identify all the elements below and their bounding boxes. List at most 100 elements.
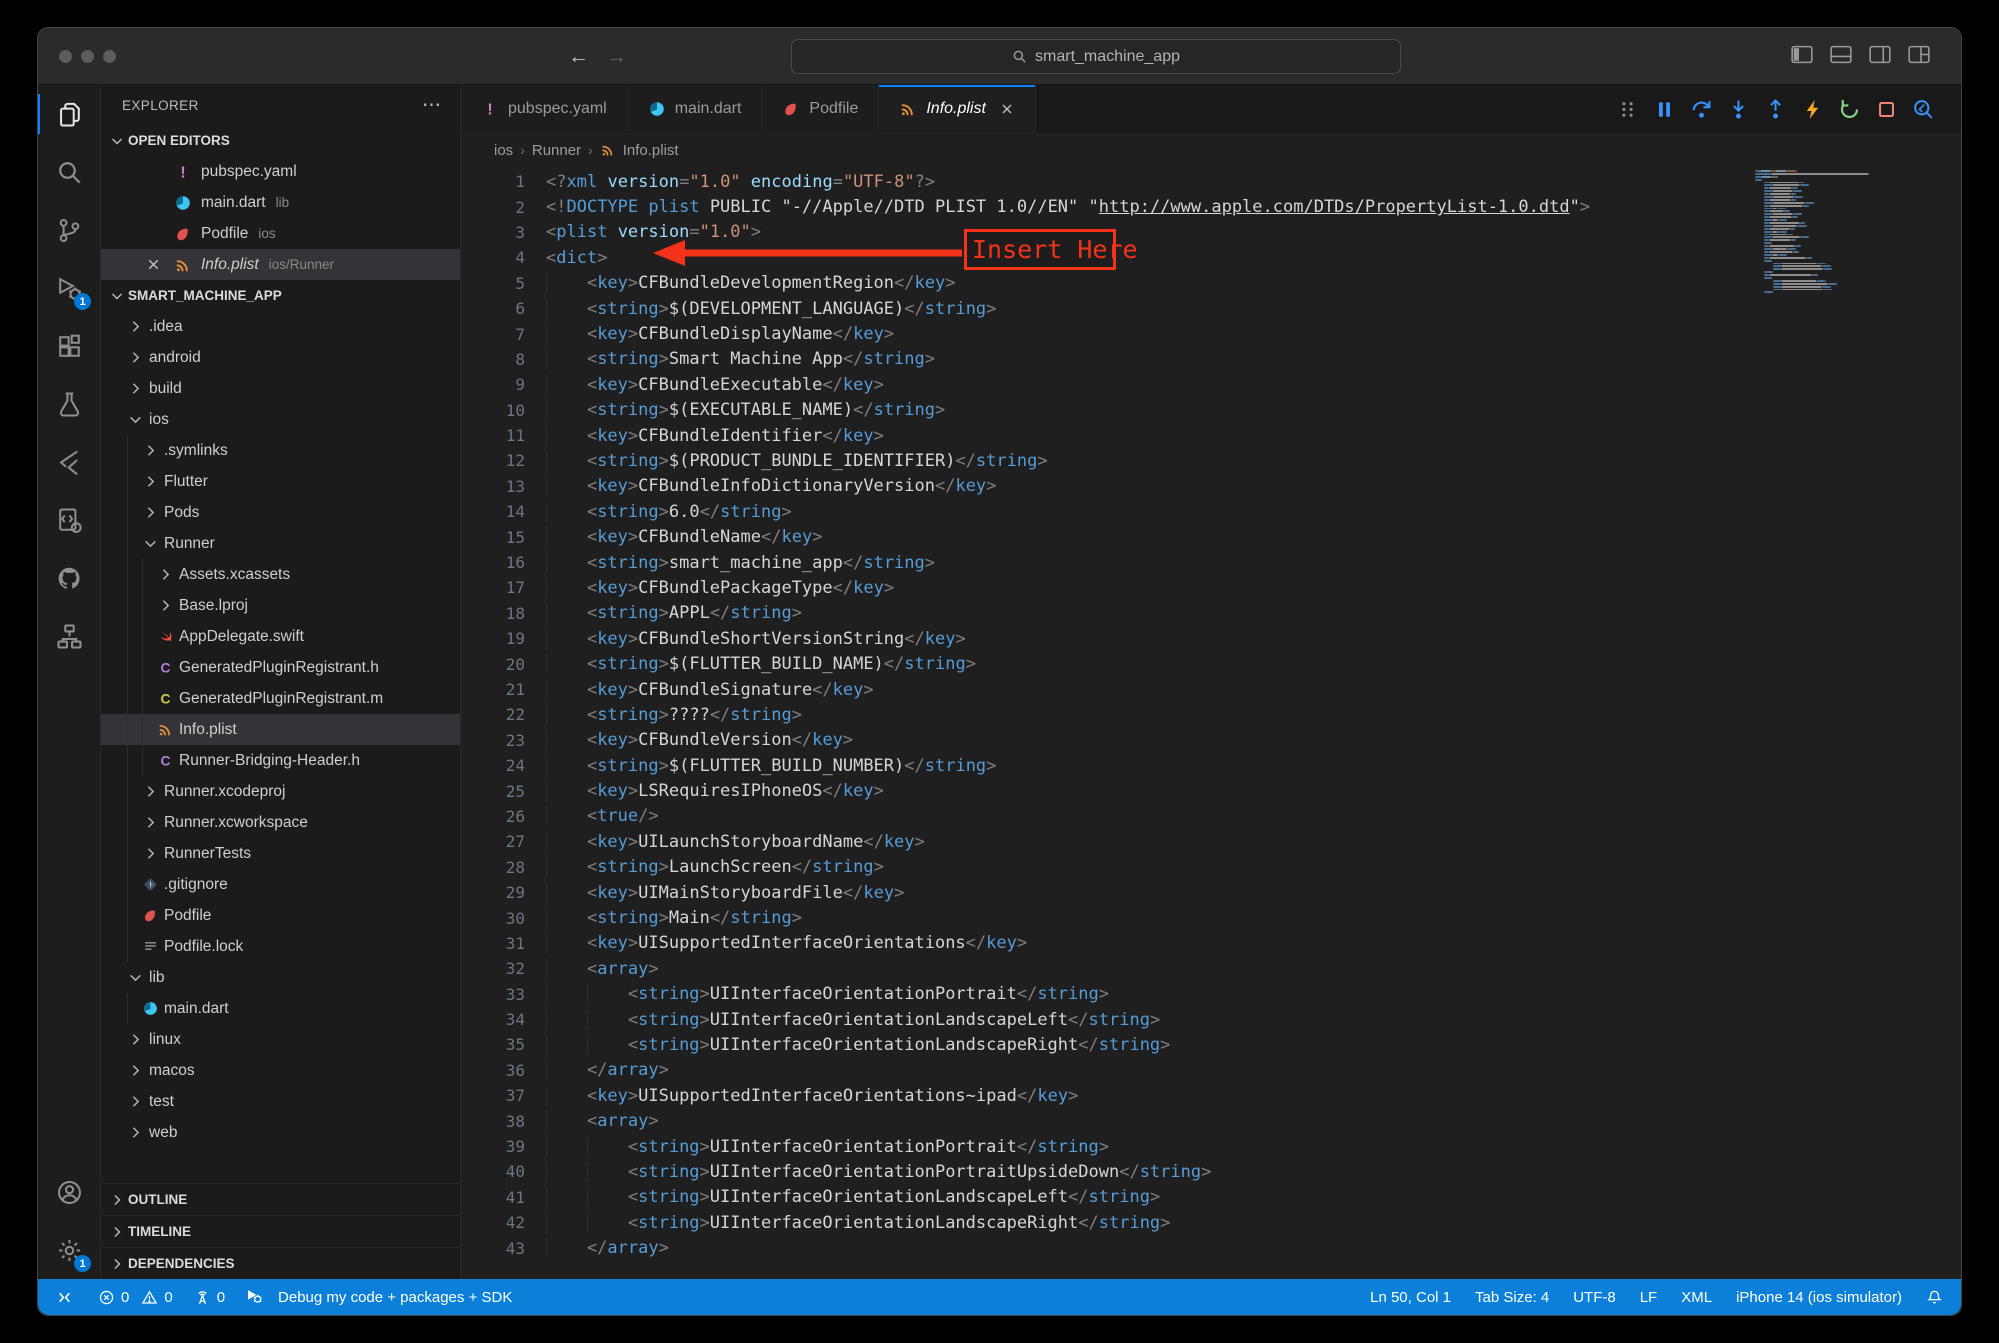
breadcrumb-item-Runner[interactable]: Runner [532,142,581,159]
hot-reload-button[interactable] [1801,98,1824,121]
open-editor-Info.plist[interactable]: Info.plistios/Runner [101,249,460,280]
tree-item-.idea[interactable]: .idea [101,311,460,342]
back-arrow-icon[interactable]: ← [568,45,589,69]
tree-item-build[interactable]: build [101,373,460,404]
breadcrumb-item-ios[interactable]: ios [494,142,513,159]
activity-testing[interactable] [38,375,100,433]
restart-button[interactable] [1838,98,1861,121]
stop-button[interactable] [1875,98,1898,121]
breadcrumb-item-Info.plist[interactable]: Info.plist [623,142,679,159]
section-outline[interactable]: OUTLINE [101,1183,460,1215]
section-open-editors[interactable]: OPEN EDITORS [101,125,460,156]
device-selector[interactable]: iPhone 14 (ios simulator) [1736,1289,1902,1306]
activity-run-and-debug[interactable]: 1 [38,259,100,317]
line-number: 37 [461,1086,525,1105]
activity-explorer[interactable] [38,85,100,143]
activity-flutter-sdk[interactable] [38,491,100,549]
tree-item-Runner-Bridging-Header.h[interactable]: CRunner-Bridging-Header.h [101,745,460,776]
tree-item-ios[interactable]: ios [101,404,460,435]
tab-pubspec.yaml[interactable]: !pubspec.yaml [461,85,628,133]
step-into-button[interactable] [1727,98,1750,121]
debug-toolbar [1616,85,1961,133]
language-mode[interactable]: XML [1681,1289,1712,1306]
tree-item-Podfile[interactable]: Podfile [101,900,460,931]
tree-item-test[interactable]: test [101,1086,460,1117]
chevron-down-icon [142,535,164,553]
code-line-21: 21<key>CFBundleSignature</key> [461,677,1961,702]
close-icon[interactable] [999,101,1015,117]
tab-main.dart[interactable]: main.dart [628,85,763,133]
activity-hierarchy[interactable] [38,607,100,665]
traffic-light-minimize[interactable] [81,50,94,63]
open-editor-Podfile[interactable]: Podfileios [101,218,460,249]
pause-button[interactable] [1653,98,1676,121]
tab-Info.plist[interactable]: Info.plist [879,85,1036,133]
section-timeline[interactable]: TIMELINE [101,1215,460,1247]
tree-item-Runner.xcworkspace[interactable]: Runner.xcworkspace [101,807,460,838]
line-number: 1 [461,172,525,191]
explorer-sidebar: EXPLORER ⋯ OPEN EDITORS !pubspec.yamlmai… [101,85,461,1279]
code-editor[interactable]: 1<?xml version="1.0" encoding="UTF-8"?>2… [461,166,1961,1279]
toggle-primary-sidebar-button[interactable] [1790,44,1814,70]
file-label: main.dart [201,194,266,212]
close-icon[interactable] [145,256,162,273]
command-center-search[interactable]: smart_machine_app [791,39,1401,74]
debug-config[interactable]: Debug my code + packages + SDK [246,1288,512,1306]
open-devtools-button[interactable] [1912,98,1935,121]
traffic-light-zoom[interactable] [103,50,116,63]
sidebar-more-actions[interactable]: ⋯ [422,94,442,117]
window-controls [59,50,116,63]
eol[interactable]: LF [1640,1289,1658,1306]
tree-item-AppDelegate.swift[interactable]: AppDelegate.swift [101,621,460,652]
tree-item-main.dart[interactable]: main.dart [101,993,460,1024]
tree-item-.symlinks[interactable]: .symlinks [101,435,460,466]
tree-item-GeneratedPluginRegistrant.m[interactable]: CGeneratedPluginRegistrant.m [101,683,460,714]
tree-item-Base.lproj[interactable]: Base.lproj [101,590,460,621]
activity-accounts[interactable] [38,1163,100,1221]
tree-item-Runner.xcodeproj[interactable]: Runner.xcodeproj [101,776,460,807]
step-over-button[interactable] [1690,98,1713,121]
activity-extensions[interactable] [38,317,100,375]
indent-guide [127,745,142,776]
activity-source-control[interactable] [38,201,100,259]
activity-search[interactable] [38,143,100,201]
tree-item-lib[interactable]: lib [101,962,460,993]
toggle-secondary-sidebar-button[interactable] [1868,44,1892,70]
section-project[interactable]: SMART_MACHINE_APP [101,280,460,311]
open-editor-pubspec.yaml[interactable]: !pubspec.yaml [101,156,460,187]
tree-item-GeneratedPluginRegistrant.h[interactable]: CGeneratedPluginRegistrant.h [101,652,460,683]
section-dependencies[interactable]: DEPENDENCIES [101,1247,460,1279]
tree-item-Assets.xcassets[interactable]: Assets.xcassets [101,559,460,590]
activity-flutter[interactable] [38,433,100,491]
activity-settings[interactable]: 1 [38,1221,100,1279]
step-out-button[interactable] [1764,98,1787,121]
tree-item-RunnerTests[interactable]: RunnerTests [101,838,460,869]
tree-item-.gitignore[interactable]: .gitignore [101,869,460,900]
toggle-panel-button[interactable] [1829,44,1853,70]
indent-guide [127,497,142,528]
activity-github[interactable] [38,549,100,607]
open-editor-main.dart[interactable]: main.dartlib [101,187,460,218]
tree-item-linux[interactable]: linux [101,1024,460,1055]
remote-indicator[interactable] [56,1289,73,1306]
customize-layout-button[interactable] [1907,44,1931,70]
indentation[interactable]: Tab Size: 4 [1475,1289,1549,1306]
tree-item-Podfile.lock[interactable]: Podfile.lock [101,931,460,962]
tree-item-Runner[interactable]: Runner [101,528,460,559]
tree-item-macos[interactable]: macos [101,1055,460,1086]
tree-item-Pods[interactable]: Pods [101,497,460,528]
minimap[interactable] [1755,170,1907,294]
traffic-light-close[interactable] [59,50,72,63]
problems-indicator[interactable]: 00 [98,1289,173,1306]
tree-item-Flutter[interactable]: Flutter [101,466,460,497]
tree-item-web[interactable]: web [101,1117,460,1148]
encoding[interactable]: UTF-8 [1573,1289,1616,1306]
tree-item-android[interactable]: android [101,342,460,373]
ports-indicator[interactable]: 0 [194,1289,225,1306]
forward-arrow-icon[interactable]: → [606,45,627,69]
notifications-bell[interactable] [1926,1289,1943,1306]
tree-item-Info.plist[interactable]: Info.plist [101,714,460,745]
cursor-position[interactable]: Ln 50, Col 1 [1370,1289,1451,1306]
tab-Podfile[interactable]: Podfile [762,85,879,133]
grip-button[interactable] [1616,98,1639,121]
